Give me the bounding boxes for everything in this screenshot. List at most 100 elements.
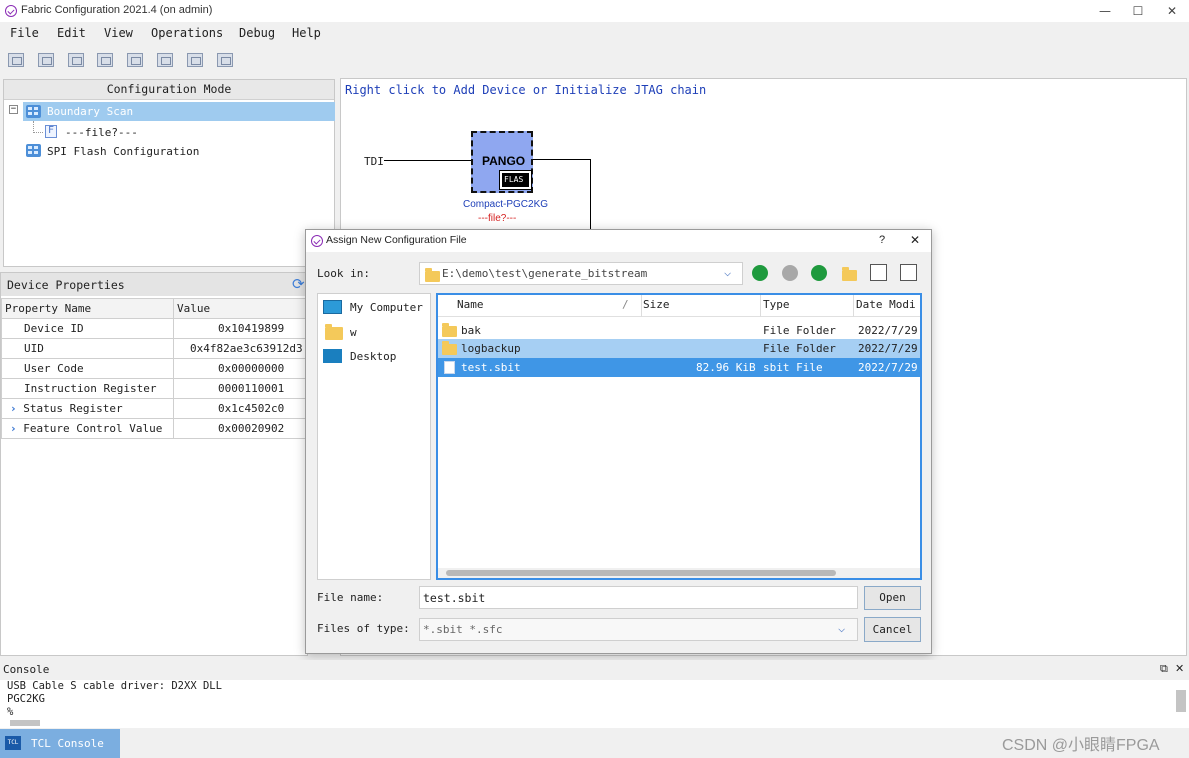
configuration-mode-header: Configuration Mode bbox=[4, 80, 334, 100]
scrollbar-thumb[interactable] bbox=[446, 570, 836, 576]
look-in-label: Look in: bbox=[317, 267, 370, 280]
column-name[interactable]: Name bbox=[457, 298, 484, 311]
app-icon bbox=[5, 5, 17, 17]
list-view-icon[interactable] bbox=[870, 264, 887, 281]
dialog-title-bar: Assign New Configuration File ? ✕ bbox=[306, 230, 931, 252]
look-in-combo[interactable]: E:\demo\test\generate_bitstream ⌵ bbox=[419, 262, 743, 285]
up-folder-icon[interactable] bbox=[811, 265, 827, 281]
tree-item-boundary-scan[interactable]: Boundary Scan bbox=[23, 102, 335, 121]
menu-help[interactable]: Help bbox=[292, 26, 321, 40]
menu-view[interactable]: View bbox=[104, 26, 133, 40]
property-name: Status Register bbox=[23, 402, 123, 415]
console-horizontal-scrollbar[interactable] bbox=[10, 720, 40, 726]
console-vertical-scrollbar[interactable] bbox=[1176, 690, 1186, 712]
scan-chain-icon[interactable] bbox=[8, 53, 24, 67]
folder-icon bbox=[325, 324, 343, 340]
assign-config-file-dialog: Assign New Configuration File ? ✕ Look i… bbox=[305, 229, 932, 654]
file-row[interactable]: bak File Folder 2022/7/29 bbox=[438, 321, 920, 340]
boundary-scan-icon bbox=[26, 105, 41, 118]
new-folder-icon[interactable] bbox=[842, 267, 857, 281]
place-my-computer[interactable]: My Computer bbox=[350, 301, 423, 314]
tcl-console-label: TCL Console bbox=[31, 737, 104, 750]
device-chip[interactable]: PANGO FLAS bbox=[471, 131, 533, 193]
list-icon[interactable] bbox=[127, 53, 143, 67]
chevron-down-icon[interactable]: ⌵ bbox=[724, 265, 731, 279]
console-lines: USB Cable S cable driver: D2XX DLL PGC2K… bbox=[7, 680, 222, 719]
column-divider bbox=[641, 295, 642, 317]
column-header-property[interactable]: Property Name bbox=[1, 298, 174, 319]
chevron-right-icon[interactable]: › bbox=[10, 422, 17, 435]
disconnect-icon[interactable] bbox=[187, 53, 203, 67]
column-size[interactable]: Size bbox=[643, 298, 670, 311]
chevron-down-icon[interactable]: ⌵ bbox=[838, 621, 845, 635]
dialog-title: Assign New Configuration File bbox=[326, 234, 467, 246]
close-button[interactable]: ✕ bbox=[1155, 0, 1189, 22]
file-type: sbit File bbox=[763, 361, 823, 374]
close-panel-icon[interactable]: ✕ bbox=[1175, 662, 1184, 675]
float-panel-icon[interactable]: ⧉ bbox=[1160, 662, 1168, 676]
chevron-right-icon[interactable]: › bbox=[10, 402, 17, 415]
chip-icon[interactable] bbox=[97, 53, 113, 67]
console-line: USB Cable S cable driver: D2XX DLL bbox=[7, 680, 222, 692]
menu-file[interactable]: File bbox=[10, 26, 39, 40]
places-sidebar: My Computer w Desktop bbox=[317, 293, 431, 580]
console-line: PGC2KG bbox=[7, 693, 45, 705]
flash-label: FLAS bbox=[504, 175, 524, 184]
table-row[interactable]: Device ID 0x10419899 bbox=[1, 318, 309, 339]
file-list[interactable]: Name / Size Type Date Modi bak File Fold… bbox=[436, 293, 922, 580]
flash-badge: FLAS bbox=[499, 170, 532, 190]
spi-flash-icon bbox=[26, 144, 41, 157]
tree-collapse-toggle[interactable]: − bbox=[9, 105, 18, 114]
file-type-combo[interactable]: *.sbit *.sfc ⌵ bbox=[419, 618, 858, 641]
table-row[interactable]: › Status Register 0x1c4502c0 bbox=[1, 398, 309, 419]
minimize-button[interactable]: — bbox=[1088, 0, 1122, 22]
file-row[interactable]: logbackup File Folder 2022/7/29 bbox=[438, 339, 920, 358]
menu-debug[interactable]: Debug bbox=[239, 26, 275, 40]
table-row[interactable]: UID 0x4f82ae3c63912d3 bbox=[1, 338, 309, 359]
tree-item-spi-flash[interactable]: SPI Flash Configuration bbox=[23, 142, 335, 160]
menu-operations[interactable]: Operations bbox=[151, 26, 223, 40]
file-row-selected[interactable]: test.sbit 82.96 KiB sbit File 2022/7/29 bbox=[438, 358, 920, 377]
forward-icon[interactable] bbox=[782, 265, 798, 281]
table-row[interactable]: User Code 0x00000000 bbox=[1, 358, 309, 379]
open-button[interactable]: Open bbox=[864, 586, 921, 610]
table-row[interactable]: Instruction Register 0000110001 bbox=[1, 378, 309, 399]
file-date: 2022/7/29 bbox=[858, 324, 918, 337]
file-type: File Folder bbox=[763, 324, 836, 337]
watermark: CSDN @小眼睛FPGA bbox=[1002, 737, 1160, 754]
sort-icon: / bbox=[622, 298, 629, 311]
property-name: UID bbox=[1, 338, 174, 359]
table-row[interactable]: › Feature Control Value 0x00020902 bbox=[1, 418, 309, 439]
console-output[interactable]: USB Cable S cable driver: D2XX DLL PGC2K… bbox=[0, 680, 1189, 728]
device-file-label: ---file?--- bbox=[478, 213, 517, 224]
grid-icon[interactable] bbox=[68, 53, 84, 67]
menu-edit[interactable]: Edit bbox=[57, 26, 86, 40]
property-name-expandable[interactable]: › Feature Control Value bbox=[1, 418, 174, 439]
cancel-button[interactable]: Cancel bbox=[864, 617, 921, 642]
erase-icon[interactable] bbox=[217, 53, 233, 67]
column-header-value[interactable]: Value bbox=[173, 298, 309, 319]
connect-icon[interactable] bbox=[157, 53, 173, 67]
column-divider bbox=[853, 295, 854, 317]
help-button[interactable]: ? bbox=[879, 234, 885, 246]
program-icon[interactable] bbox=[38, 53, 54, 67]
file-name-input[interactable]: test.sbit bbox=[419, 586, 858, 609]
horizontal-scrollbar[interactable] bbox=[438, 568, 920, 578]
property-name-expandable[interactable]: › Status Register bbox=[1, 398, 174, 419]
column-type[interactable]: Type bbox=[763, 298, 790, 311]
place-w[interactable]: w bbox=[350, 326, 357, 339]
column-date[interactable]: Date Modi bbox=[856, 298, 916, 311]
detail-view-icon[interactable] bbox=[900, 264, 917, 281]
dialog-close-button[interactable]: ✕ bbox=[910, 233, 920, 247]
refresh-icon[interactable]: ⟳ bbox=[292, 275, 305, 293]
file-type-value: *.sbit *.sfc bbox=[423, 623, 503, 636]
console-line: % bbox=[7, 706, 14, 718]
back-icon[interactable] bbox=[752, 265, 768, 281]
folder-icon bbox=[425, 268, 440, 282]
place-desktop[interactable]: Desktop bbox=[350, 350, 396, 363]
maximize-button[interactable]: ☐ bbox=[1121, 0, 1155, 22]
tree-item-file[interactable]: ---file?--- bbox=[44, 124, 344, 142]
tcl-console-tab[interactable]: TCL TCL Console bbox=[0, 729, 120, 758]
property-value: 0x00020902 bbox=[173, 418, 309, 439]
dialog-app-icon bbox=[311, 235, 323, 247]
